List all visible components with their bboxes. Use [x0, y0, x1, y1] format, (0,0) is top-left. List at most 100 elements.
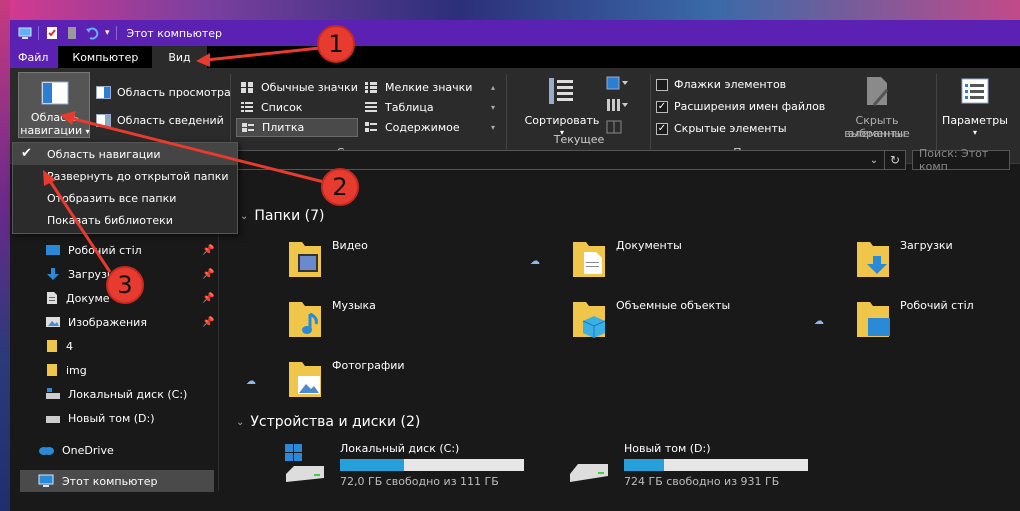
tab-view[interactable]: Вид [152, 46, 207, 68]
folder-tile-desktop[interactable]: Робочий стіл [856, 298, 974, 338]
layout-list[interactable]: Список [236, 98, 358, 117]
grid-icon [240, 81, 255, 94]
nav-item-label: Этот компьютер [62, 474, 158, 488]
chevron-down-icon[interactable]: ⌄ [864, 150, 884, 170]
options-label: Параметры [942, 114, 1008, 127]
folders-group-header[interactable]: ⌄ Папки (7) [240, 208, 325, 224]
document-icon [47, 292, 57, 304]
download-icon [47, 268, 59, 280]
details-pane-button[interactable]: Область сведений [96, 114, 224, 127]
layout-details[interactable]: Таблица [360, 98, 482, 117]
menu-item-show-libraries[interactable]: Показать библиотеки [13, 209, 237, 231]
folder-tile-documents[interactable]: Документы [572, 238, 682, 278]
checkbox[interactable] [656, 78, 668, 91]
options-icon [961, 78, 989, 104]
folder-tile-music[interactable]: Музыка [288, 298, 376, 338]
layout-tiles[interactable]: Плитка [236, 118, 358, 137]
hide-selected-label-2: элементы [848, 127, 906, 140]
preview-pane-button[interactable]: Область просмотра [96, 86, 231, 99]
folder-tile-downloads[interactable]: Загрузки [856, 238, 953, 278]
folder-tile-3d-objects[interactable]: Объемные объекты [572, 298, 730, 338]
hidden-items-toggle[interactable]: ✓ Скрытые элементы [656, 122, 787, 135]
options-button[interactable]: Параметры ▾ [940, 74, 1010, 138]
hide-selected-button[interactable]: Скрыть выбранные элементы [822, 74, 932, 140]
pin-icon: 📌 [202, 293, 215, 304]
nav-item-this-pc[interactable]: Этот компьютер [20, 470, 214, 492]
list-icon [240, 101, 255, 114]
documents-folder-icon [573, 242, 605, 277]
layout-medium-icons[interactable]: Обычные значки [236, 78, 358, 97]
folder-icon [47, 364, 57, 376]
drive-tile-c[interactable]: Локальный диск (C:) 72,0 ГБ свободно из … [284, 442, 524, 488]
add-columns-button[interactable] [606, 98, 630, 114]
system-drive-icon [285, 444, 324, 482]
nav-item-pictures[interactable]: Изображения [46, 311, 147, 333]
chevron-down-icon: ⌄ [240, 210, 249, 222]
undo-icon[interactable] [85, 26, 99, 40]
search-input[interactable]: Поиск: Этот комп [912, 147, 1010, 173]
folder-tile-videos[interactable]: Видео [288, 238, 368, 278]
drive-icon [46, 388, 60, 399]
nav-item-label: Локальный диск (C:) [68, 387, 188, 401]
checkbox-checked[interactable]: ✓ [656, 100, 668, 113]
file-extensions-toggle[interactable]: ✓ Расширения имен файлов [656, 100, 825, 113]
folder-name: Загрузки [900, 238, 953, 252]
drive-icon [46, 416, 60, 423]
folder-tile-pictures[interactable]: Фотографии [288, 358, 405, 398]
new-folder-icon[interactable] [65, 26, 79, 40]
drive-usage-fill [340, 459, 405, 471]
drive-usage-bar [624, 459, 808, 471]
sort-label: Сортировать [524, 114, 600, 127]
nav-item-label: Робочий стіл [68, 243, 142, 257]
nav-item-local-disk-c[interactable]: Локальный диск (C:) [46, 383, 187, 405]
pin-icon: 📌 [202, 317, 215, 328]
drive-icon [570, 464, 608, 482]
details-pane-label: Область сведений [117, 114, 224, 127]
layout-scroll[interactable]: ▴ ▾ ▾ [488, 78, 498, 138]
checkbox-checked[interactable]: ✓ [656, 122, 668, 135]
layout-small-icons[interactable]: Мелкие значки [360, 78, 482, 97]
drive-free-space: 724 ГБ свободно из 931 ГБ [624, 475, 780, 488]
nav-item-documents[interactable]: Докуме [46, 287, 110, 309]
pictures-icon [46, 317, 60, 327]
address-bar[interactable] [228, 150, 906, 170]
menu-item-expand-to-open-folder[interactable]: Развернуть до открытой папки [13, 165, 237, 187]
downloads-folder-icon [857, 242, 889, 277]
navigation-pane-label-1: Область [30, 111, 80, 124]
folder-name: Видео [332, 238, 368, 252]
nav-item-folder-img[interactable]: img [46, 359, 87, 381]
nav-item-desktop[interactable]: Робочий стіл [46, 239, 142, 261]
menu-item-label: Отобразить все папки [47, 191, 177, 205]
nav-item-volume-d[interactable]: Новый том (D:) [46, 407, 155, 429]
nav-item-onedrive[interactable]: OneDrive [38, 439, 114, 461]
tab-file[interactable]: Файл [10, 46, 59, 68]
cloud-sync-icon: ☁ [814, 316, 824, 327]
folders-group-title: Папки (7) [254, 208, 325, 224]
item-checkboxes-toggle[interactable]: Флажки элементов [656, 78, 786, 91]
chevron-down-icon: ⌄ [236, 416, 245, 428]
folder-name: Фотографии [332, 358, 405, 372]
properties-icon[interactable] [45, 26, 59, 40]
tab-computer[interactable]: Компьютер [58, 46, 152, 68]
menu-item-navigation-pane[interactable]: ✔ Область навигации [13, 143, 237, 165]
folder-name: Музыка [332, 298, 376, 312]
videos-folder-icon [289, 242, 321, 277]
devices-group-title: Устройства и диски (2) [250, 414, 421, 430]
menu-item-show-all-folders[interactable]: Отобразить все папки [13, 187, 237, 209]
devices-group-header[interactable]: ⌄ Устройства и диски (2) [236, 414, 420, 430]
nav-item-folder-4[interactable]: 4 [46, 335, 73, 357]
chevron-down-icon[interactable]: ▾ [105, 28, 110, 38]
navigation-pane-button[interactable]: Область навигации ▾ [18, 72, 90, 138]
computer-icon[interactable] [18, 26, 32, 40]
table-icon [364, 101, 379, 114]
refresh-icon[interactable]: ↻ [884, 150, 906, 170]
group-by-button[interactable] [606, 76, 630, 92]
layout-content[interactable]: Содержимое [360, 118, 482, 137]
folder-icon [47, 340, 57, 352]
drive-name: Локальный диск (C:) [340, 442, 460, 455]
sort-button[interactable]: Сортировать ▾ [522, 74, 602, 138]
drive-tile-d[interactable]: Новый том (D:) 724 ГБ свободно из 931 ГБ [568, 442, 808, 488]
checkbox-label: Расширения имен файлов [674, 100, 826, 113]
nav-item-label: OneDrive [62, 443, 114, 457]
content-icon [364, 121, 379, 134]
